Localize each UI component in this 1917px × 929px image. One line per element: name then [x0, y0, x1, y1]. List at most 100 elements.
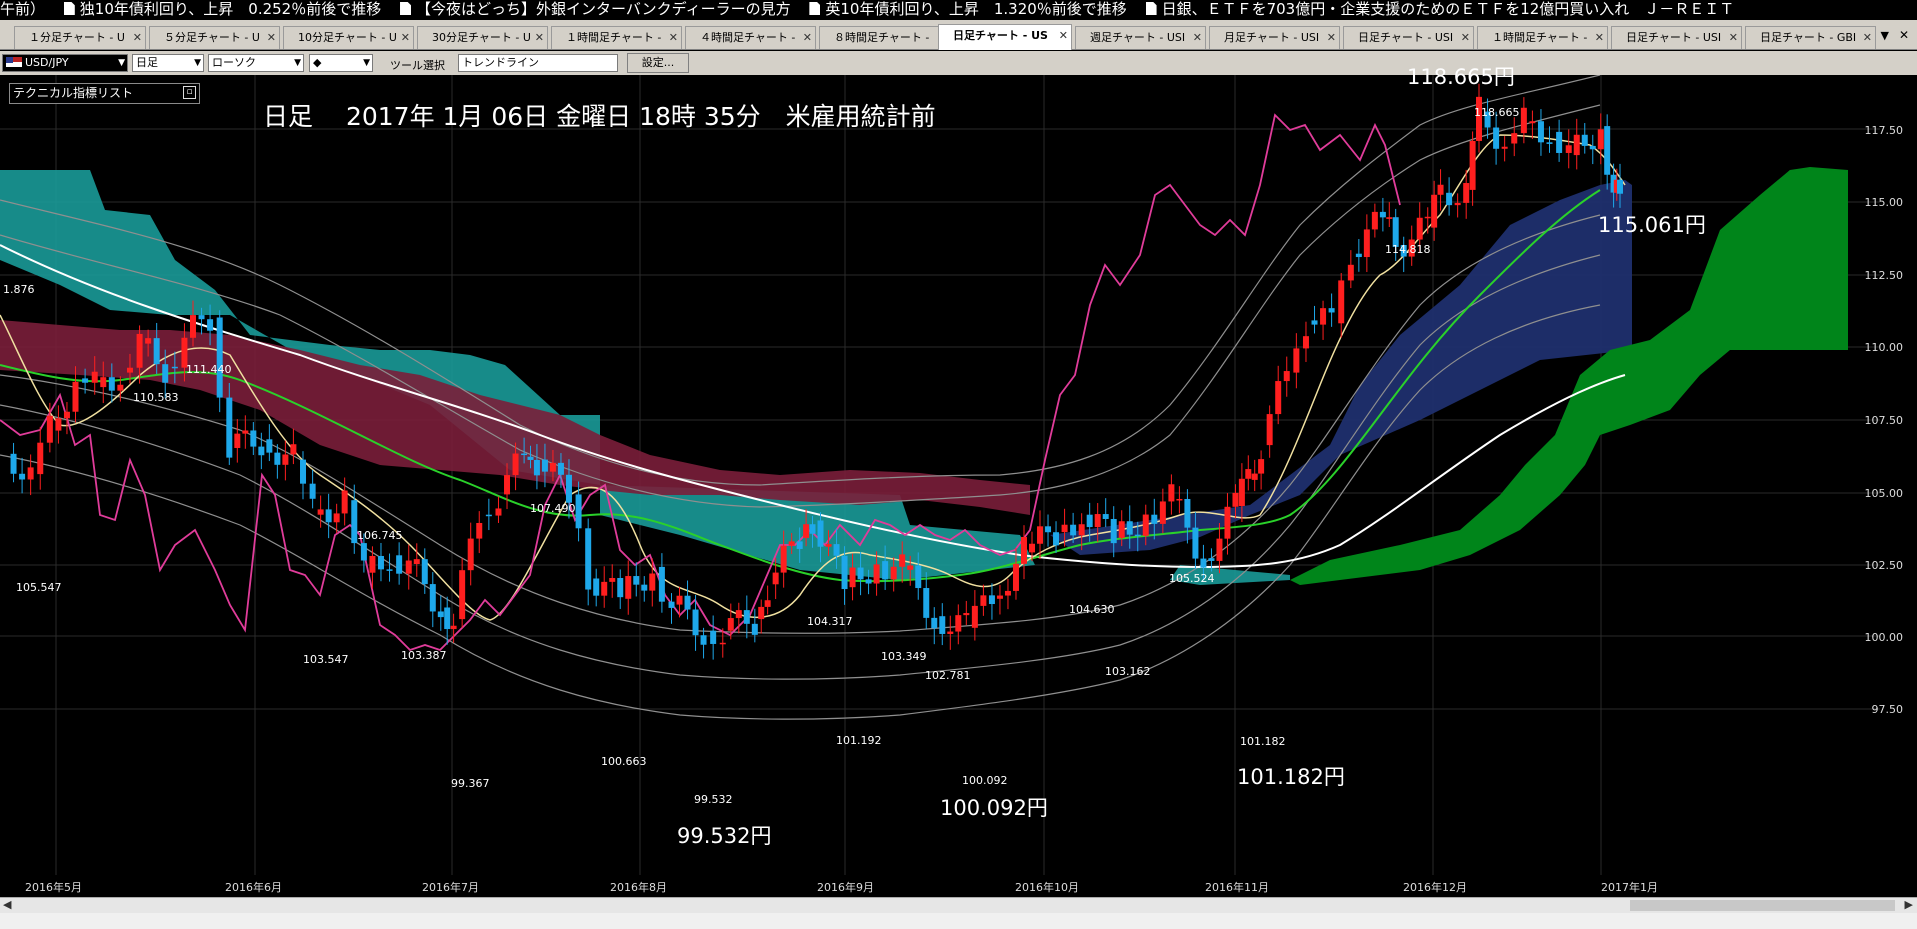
candle-up	[1266, 414, 1273, 446]
symbol-select[interactable]: USD/JPY ▼	[2, 54, 128, 72]
candle-up	[1061, 524, 1068, 533]
candle-up	[27, 467, 34, 480]
ticker-item[interactable]: 午前）	[0, 0, 45, 18]
indicator-list-panel[interactable]: テクニカル指標リスト ▫	[9, 83, 200, 104]
tab-list-dropdown-icon[interactable]: ▼	[1881, 29, 1889, 42]
scroll-left-icon[interactable]: ◀	[3, 898, 11, 911]
tab-30min[interactable]: 30分足チャート - U ✕	[417, 26, 548, 49]
price-label: 107.490	[530, 502, 576, 515]
chart-type-select[interactable]: ローソク ▼	[208, 54, 304, 72]
tab-daily-active[interactable]: 日足チャート - US ✕	[938, 24, 1072, 50]
scrollbar-thumb[interactable]	[1630, 900, 1895, 911]
candle-down	[833, 544, 840, 556]
close-icon[interactable]: ✕	[535, 27, 544, 48]
chart-tab-bar: １分足チャート - U ✕ ５分足チャート - U ✕ 10分足チャート - U ✕ …	[0, 20, 1917, 50]
candle-down	[1581, 134, 1588, 146]
news-ticker[interactable]: 午前） 独10年債利回り、上昇 0.252％前後で推移 【今夜はどっち】外銀イン…	[0, 0, 1917, 20]
candle-down	[1208, 558, 1215, 561]
ticker-item[interactable]: 独10年債利回り、上昇 0.252％前後で推移	[63, 0, 381, 18]
scroll-right-icon[interactable]: ▶	[1905, 898, 1913, 911]
close-icon[interactable]: ✕	[1059, 25, 1068, 46]
tab-label: 30分足チャート - U	[432, 31, 531, 44]
candle-down	[325, 509, 332, 523]
tool-select-field[interactable]: トレンドライン	[458, 54, 618, 72]
close-icon[interactable]: ✕	[669, 27, 678, 48]
candle-down	[360, 543, 367, 561]
tab-label: 日足チャート - GBI	[1760, 31, 1857, 44]
close-icon[interactable]: ✕	[133, 27, 142, 48]
chart-canvas[interactable]	[0, 75, 1917, 897]
candle-up	[1363, 229, 1370, 258]
price-label: 103.349	[881, 650, 927, 663]
ticker-item[interactable]: 日銀、ＥＴＦを703億円・企業支援のためのＥＴＦを12億円買い入れ Ｊ－ＲＥＩＴ	[1145, 0, 1734, 18]
tab-label: 日足チャート - USI	[1626, 31, 1722, 44]
tab-weekly[interactable]: 週足チャート - USI ✕	[1075, 26, 1206, 49]
price-label: 111.440	[186, 363, 232, 376]
tab-daily-gbp[interactable]: 日足チャート - GBI ✕	[1745, 26, 1876, 49]
tab-label: 週足チャート - USI	[1090, 31, 1186, 44]
candle-down	[809, 524, 816, 534]
tab-5min[interactable]: ５分足チャート - U ✕	[149, 26, 280, 49]
candle-up	[1469, 140, 1476, 190]
ticker-item[interactable]: 【今夜はどっち】外銀インターバンクディーラーの見方	[400, 0, 791, 18]
chevron-down-icon: ▼	[118, 58, 125, 68]
tab-8hour[interactable]: ８時間足チャート -✕	[819, 26, 950, 49]
candle-up	[413, 559, 420, 564]
close-icon[interactable]: ✕	[267, 27, 276, 48]
tab-daily-2[interactable]: 日足チャート - USI ✕	[1343, 26, 1474, 49]
candle-up	[1028, 543, 1035, 553]
close-icon[interactable]: ✕	[1729, 27, 1738, 48]
horizontal-scrollbar[interactable]: ◀ ▶	[0, 897, 1917, 913]
close-window-icon[interactable]: ✕	[1899, 28, 1909, 42]
style-value: ◆	[313, 56, 322, 69]
ticker-item[interactable]: 英10年債利回り、上昇 1.320％前後で推移	[809, 0, 1127, 18]
candle-up	[55, 418, 62, 431]
candle-down	[633, 576, 640, 585]
tab-1min[interactable]: １分足チャート - U ✕	[14, 26, 146, 49]
candle-down	[882, 561, 889, 580]
close-icon[interactable]: ✕	[1193, 27, 1202, 48]
close-icon[interactable]: ✕	[1863, 27, 1872, 48]
tool-select-label: ツール選択	[390, 59, 445, 72]
tab-4hour[interactable]: ４時間足チャート - ✕	[685, 26, 816, 49]
candle-down	[250, 430, 257, 447]
minimize-icon[interactable]: ▫	[183, 86, 196, 99]
price-chart[interactable]: テクニカル指標リスト ▫ 日足 2017年 1月 06日 金曜日 18時 35分…	[0, 65, 1917, 897]
tab-daily-3[interactable]: 日足チャート - USI ✕	[1611, 26, 1742, 49]
y-axis-label: 105.00	[1864, 487, 1904, 500]
candle-up	[1159, 501, 1166, 524]
candle-down	[931, 617, 938, 629]
candle-down	[585, 528, 592, 590]
candle-down	[700, 635, 707, 645]
close-icon[interactable]: ✕	[1461, 27, 1470, 48]
close-icon[interactable]: ✕	[1595, 27, 1604, 48]
candle-up	[899, 554, 906, 567]
candle-up	[1224, 506, 1231, 539]
tab-label: 日足チャート - US	[953, 29, 1048, 42]
candle-up	[189, 315, 196, 338]
candle-up	[234, 433, 241, 448]
settings-button[interactable]: 設定...	[627, 53, 689, 73]
close-icon[interactable]: ✕	[803, 27, 812, 48]
candle-up	[625, 576, 632, 599]
candle-down	[1589, 145, 1596, 150]
candle-down	[1537, 121, 1544, 143]
timeframe-select[interactable]: 日足 ▼	[132, 54, 204, 72]
close-icon[interactable]: ✕	[401, 27, 410, 48]
style-select[interactable]: ◆ ▼	[309, 54, 373, 72]
price-label: 102.781	[925, 669, 971, 682]
candle-down	[1045, 526, 1052, 533]
candle-down	[565, 474, 572, 503]
tab-10min[interactable]: 10分足チャート - U ✕	[283, 26, 414, 49]
y-axis-label: 102.50	[1864, 559, 1904, 572]
candle-up	[1501, 146, 1508, 149]
candle-down	[575, 494, 582, 529]
candle-down	[19, 473, 26, 480]
tab-1hour[interactable]: １時間足チャート - ✕	[551, 26, 682, 49]
candle-down	[1355, 253, 1362, 258]
close-icon[interactable]: ✕	[1327, 27, 1336, 48]
tab-1hour-2[interactable]: １時間足チャート - ✕	[1477, 26, 1608, 49]
tab-monthly[interactable]: 月足チャート - USI ✕	[1209, 26, 1340, 49]
candle-up	[955, 615, 962, 632]
candle-up	[1176, 498, 1183, 501]
